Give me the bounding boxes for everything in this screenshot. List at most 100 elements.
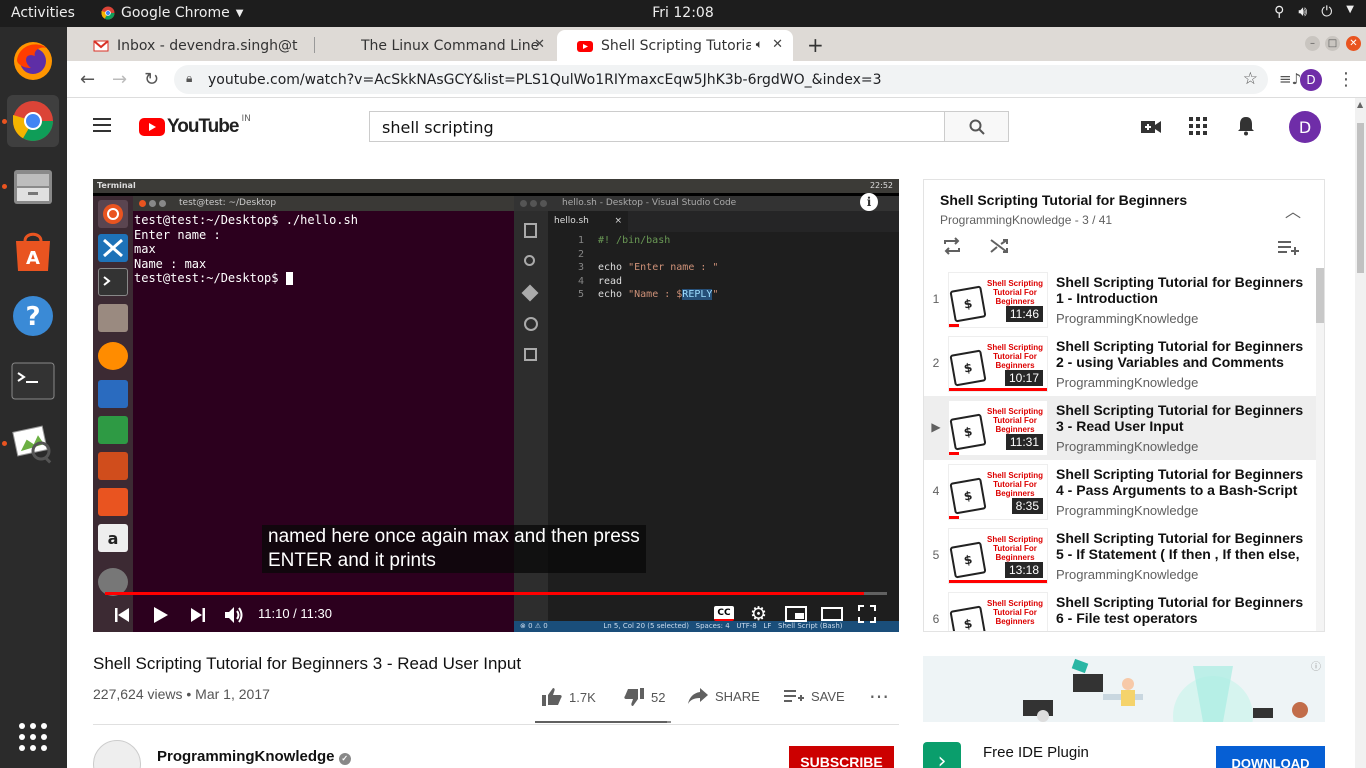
bookmark-star-icon[interactable]: ☆: [1243, 69, 1258, 89]
like-button[interactable]: 1.7K: [542, 688, 596, 706]
chevron-down-icon[interactable]: ▼: [1346, 4, 1354, 20]
thumbs-down-icon: [624, 688, 644, 706]
address-bar[interactable]: 🔒︎ youtube.com/watch?v=AcSkkNAsGCY&list=…: [174, 65, 1268, 94]
more-menu-icon[interactable]: ⋮: [1337, 69, 1355, 90]
ad-banner[interactable]: ⓘ: [923, 656, 1325, 722]
info-icon[interactable]: i: [860, 193, 878, 211]
activities-button[interactable]: Activities: [11, 5, 75, 21]
play-icon[interactable]: [154, 607, 168, 623]
previous-icon[interactable]: [115, 608, 129, 622]
playlist-item-thumbnail[interactable]: $ Shell Scripting Tutorial For Beginners: [948, 592, 1048, 631]
ad-title[interactable]: Free IDE Plugin: [983, 744, 1089, 761]
volume-icon[interactable]: [225, 606, 245, 624]
terminal-icon[interactable]: [7, 355, 59, 407]
ad-info-icon[interactable]: ⓘ: [1311, 658, 1321, 673]
close-icon[interactable]: ✕: [772, 37, 783, 52]
more-actions-icon[interactable]: ⋯: [869, 684, 889, 709]
hamburger-menu-icon[interactable]: [93, 118, 111, 132]
running-indicator: [2, 441, 7, 446]
playlist-item-thumbnail[interactable]: $ Shell Scripting Tutorial For Beginners 1…: [948, 336, 1048, 392]
media-control-icon[interactable]: ≡♪: [1279, 70, 1301, 88]
next-icon[interactable]: [191, 608, 205, 622]
share-button[interactable]: SHARE: [688, 688, 760, 704]
create-video-icon[interactable]: [1141, 116, 1161, 140]
fullscreen-icon[interactable]: [858, 605, 876, 623]
terminal-icon: [98, 268, 128, 296]
system-tray[interactable]: ⚲ 🔊︎ ⏻ ▼: [1274, 4, 1354, 20]
vscode-tabs: hello.sh ×: [548, 211, 899, 232]
save-button[interactable]: SAVE: [784, 688, 845, 704]
tab-gmail[interactable]: Inbox - devendra.singh@t: [73, 30, 309, 61]
playlist-item[interactable]: ▶ $ Shell Scripting Tutorial For Beginners…: [924, 396, 1316, 460]
running-indicator: [2, 184, 7, 189]
add-to-playlist-icon: [784, 690, 804, 702]
firefox-icon[interactable]: [7, 34, 59, 86]
playlist-item[interactable]: 2 $ Shell Scripting Tutorial For Beginners…: [924, 332, 1316, 396]
search-button[interactable]: [944, 111, 1009, 142]
power-icon[interactable]: ⏻: [1321, 4, 1332, 20]
loop-icon[interactable]: [942, 237, 962, 255]
close-dot: [520, 200, 527, 207]
playlist-scrollbar[interactable]: [1316, 268, 1324, 631]
reload-button[interactable]: ↻: [144, 69, 159, 90]
youtube-logo[interactable]: YouTube IN: [139, 114, 251, 138]
video-player[interactable]: Terminal 22:52 a test@test: ~/Desktop te…: [93, 179, 899, 632]
collapse-chevron-icon[interactable]: ︿: [1285, 198, 1301, 222]
svg-text:A: A: [26, 248, 40, 269]
help-icon[interactable]: ?: [7, 290, 59, 342]
apps-grid-icon[interactable]: [1189, 116, 1207, 140]
ide-plugin-icon[interactable]: ›: [923, 742, 961, 768]
new-tab-button[interactable]: +: [807, 33, 824, 57]
tab-shell-scripting[interactable]: Shell Scripting Tutoria 🔈︎ ✕: [557, 30, 793, 61]
miniplayer-icon[interactable]: [785, 606, 807, 622]
playlist-item-thumbnail[interactable]: $ Shell Scripting Tutorial For Beginners 1…: [948, 400, 1048, 456]
playlist-item[interactable]: 1 $ Shell Scripting Tutorial For Beginners…: [924, 268, 1316, 332]
app-menu[interactable]: Google Chrome ▼: [101, 5, 243, 21]
back-button[interactable]: ←: [80, 69, 95, 90]
profile-avatar[interactable]: D: [1300, 69, 1322, 91]
search-input[interactable]: shell scripting: [369, 111, 945, 142]
download-button[interactable]: DOWNLOAD: [1216, 746, 1325, 768]
speaker-icon[interactable]: 🔈︎: [756, 37, 763, 52]
close-icon[interactable]: ✕: [534, 37, 545, 52]
shuffle-icon[interactable]: [990, 237, 1010, 255]
minimize-button[interactable]: –: [1305, 36, 1320, 51]
channel-avatar[interactable]: [93, 740, 141, 768]
software-icon[interactable]: A: [7, 225, 59, 277]
scroll-up-arrow-icon[interactable]: ▲: [1357, 100, 1363, 109]
playlist-item-thumbnail[interactable]: $ Shell Scripting Tutorial For Beginners 1…: [948, 272, 1048, 328]
dislike-button[interactable]: 52: [624, 688, 665, 706]
playlist-title[interactable]: Shell Scripting Tutorial for Beginners: [940, 192, 1187, 208]
theater-mode-icon[interactable]: [821, 606, 843, 622]
duration-badge: 8:35: [1011, 498, 1043, 514]
playlist-add-icon[interactable]: [1278, 240, 1300, 256]
forward-button[interactable]: →: [112, 69, 127, 90]
accessibility-icon[interactable]: ⚲: [1274, 4, 1284, 20]
video-progress-bar[interactable]: [105, 592, 887, 595]
playlist-item-thumbnail[interactable]: $ Shell Scripting Tutorial For Beginners 1…: [948, 528, 1048, 584]
captions-button[interactable]: CC: [714, 606, 734, 621]
scrollbar-thumb[interactable]: [1316, 268, 1324, 323]
files-icon[interactable]: [2, 160, 59, 212]
playlist-item-thumbnail[interactable]: $ Shell Scripting Tutorial For Beginners 8…: [948, 464, 1048, 520]
playlist-item[interactable]: 6 $ Shell Scripting Tutorial For Beginners…: [924, 588, 1316, 631]
close-window-button[interactable]: ✕: [1346, 36, 1361, 51]
subscribe-button[interactable]: SUBSCRIBE: [789, 746, 894, 768]
settings-gear-icon[interactable]: ⚙: [750, 603, 767, 625]
image-viewer-icon[interactable]: [2, 417, 59, 469]
playlist-item[interactable]: 4 $ Shell Scripting Tutorial For Beginners…: [924, 460, 1316, 524]
playlist-item-title: Shell Scripting Tutorial for Beginners 2…: [1056, 338, 1304, 370]
chrome-icon[interactable]: [2, 95, 59, 147]
playlist-item-index: 6: [932, 612, 940, 626]
show-applications-icon[interactable]: [7, 711, 59, 763]
lock-icon[interactable]: 🔒︎: [186, 71, 192, 86]
playlist-item[interactable]: 5 $ Shell Scripting Tutorial For Beginners…: [924, 524, 1316, 588]
notifications-bell-icon[interactable]: [1237, 116, 1255, 141]
maximize-button[interactable]: □: [1325, 36, 1340, 51]
scrollbar-thumb[interactable]: [1357, 123, 1364, 273]
channel-name[interactable]: ProgrammingKnowledge ✓: [157, 748, 351, 765]
tab-linux-command-line[interactable]: The Linux Command Line ✕: [317, 30, 555, 61]
page-scrollbar[interactable]: ▲: [1355, 98, 1366, 768]
volume-icon[interactable]: 🔊︎: [1298, 4, 1307, 20]
user-avatar[interactable]: D: [1289, 111, 1321, 143]
